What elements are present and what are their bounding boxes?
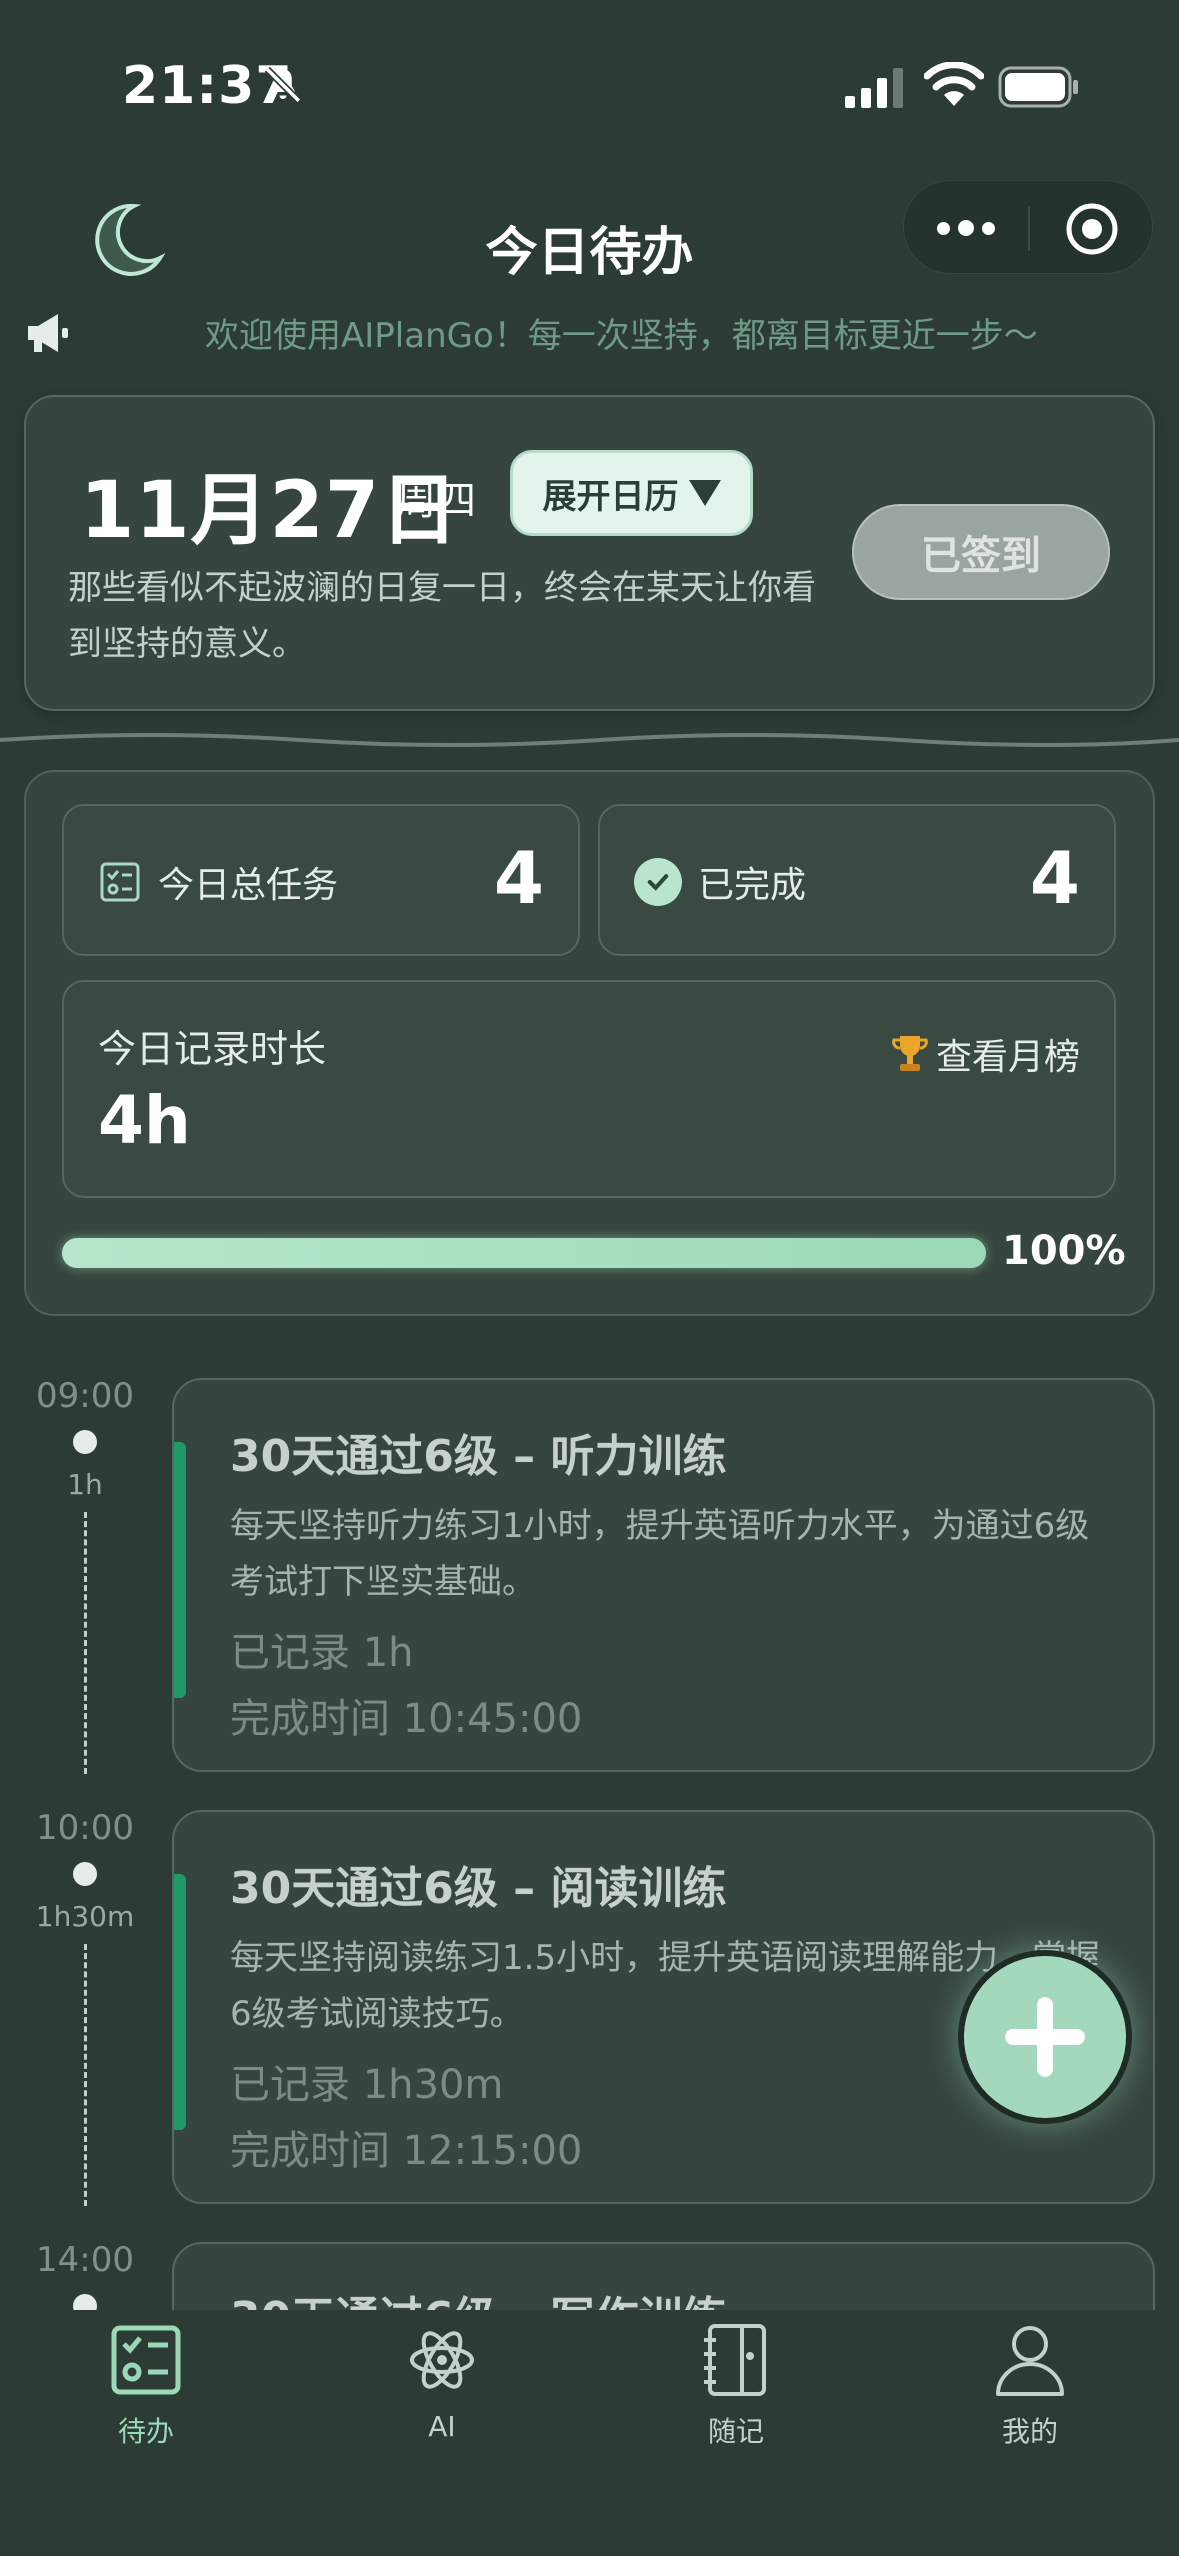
monthly-rank-link[interactable]: 查看月榜: [888, 1028, 1080, 1080]
timeline-time: 09:00: [36, 1376, 134, 1416]
record-duration-label: 今日记录时长: [98, 1027, 327, 1071]
progress-bar: [62, 1238, 986, 1268]
add-task-button[interactable]: [958, 1950, 1132, 2124]
progress-percent: 100%: [1002, 1228, 1126, 1274]
signal-icon: [845, 68, 903, 108]
expand-calendar-label: 展开日历: [542, 476, 679, 517]
check-circle-icon: [634, 858, 682, 906]
timeline-dot: [73, 1430, 97, 1454]
checkin-button[interactable]: 已签到: [852, 504, 1110, 600]
plus-icon: [1005, 1997, 1085, 2077]
total-tasks-value: 4: [493, 836, 544, 920]
capsule-divider: [1028, 207, 1030, 251]
task-finish-time: 完成时间 10:45:00: [230, 1696, 583, 1742]
task-accent-bar: [174, 1874, 186, 2130]
todo-icon: [111, 2325, 181, 2395]
task-title: 30天通过6级 – 听力训练: [230, 1431, 727, 1482]
timeline-duration: 1h: [67, 1468, 103, 1501]
task-recorded: 已记录 1h: [230, 1630, 414, 1676]
record-duration-box: 今日记录时长 4h 查看月榜: [62, 980, 1116, 1198]
task-card[interactable]: 30天通过6级 – 听力训练 每天坚持听力练习1小时，提升英语听力水平，为通过6…: [172, 1378, 1155, 1772]
total-tasks-stat: 今日总任务 4: [62, 804, 580, 956]
notebook-icon: [704, 2324, 766, 2396]
weekday: 周四: [396, 478, 476, 524]
wifi-icon: [924, 62, 984, 106]
expand-calendar-button[interactable]: 展开日历: [510, 450, 753, 536]
timeline-duration: 1h30m: [35, 1900, 135, 1933]
user-icon: [996, 2326, 1064, 2396]
task-finish-time: 完成时间 12:15:00: [230, 2128, 583, 2174]
trophy-icon: [892, 1036, 928, 1071]
atom-icon: [410, 2331, 474, 2389]
megaphone-icon: [28, 314, 68, 352]
mini-program-capsule: [903, 180, 1153, 274]
announcement-marquee: 欢迎使用AIPlanGo！每一次坚持，都离目标更近一步～: [205, 316, 1038, 356]
timeline-dot: [73, 1862, 97, 1886]
close-target-icon[interactable]: [1064, 201, 1120, 257]
task-recorded: 已记录 1h30m: [230, 2062, 504, 2108]
triangle-down-icon: [688, 480, 721, 506]
timeline-time: 10:00: [36, 1808, 134, 1848]
tab-label: AI: [428, 2410, 456, 2443]
task-description: 每天坚持听力练习1小时，提升英语听力水平，为通过6级考试打下坚实基础。: [230, 1506, 1090, 1602]
more-icon[interactable]: [934, 203, 998, 253]
tab-ai[interactable]: AI: [342, 2320, 542, 2443]
tab-todo[interactable]: 待办: [46, 2320, 246, 2450]
total-tasks-label: 今日总任务: [158, 865, 339, 906]
tab-notes[interactable]: 随记: [636, 2320, 836, 2450]
wave-divider: [0, 733, 1179, 747]
tab-label: 随记: [707, 2415, 764, 2448]
timeline-connector: [84, 1944, 87, 2206]
task-title: 30天通过6级 – 阅读训练: [230, 1863, 727, 1914]
record-duration-value: 4h: [98, 1082, 191, 1159]
daily-quote: 那些看似不起波澜的日复一日，终会在某天让你看到坚持的意义。: [68, 568, 816, 664]
timeline-time: 14:00: [36, 2240, 134, 2280]
tab-mine[interactable]: 我的: [930, 2320, 1130, 2450]
bell-off-icon: [264, 66, 302, 104]
completed-value: 4: [1029, 836, 1080, 920]
checklist-icon: [100, 862, 140, 902]
completed-label: 已完成: [698, 865, 807, 906]
battery-icon: [998, 66, 1078, 108]
completed-stat: 已完成 4: [598, 804, 1116, 956]
task-accent-bar: [174, 1442, 186, 1698]
monthly-rank-label: 查看月榜: [935, 1037, 1080, 1078]
progress-fill: [62, 1238, 986, 1268]
tab-label: 待办: [117, 2415, 174, 2448]
timeline-connector: [84, 1512, 87, 1774]
tab-label: 我的: [1001, 2415, 1058, 2448]
